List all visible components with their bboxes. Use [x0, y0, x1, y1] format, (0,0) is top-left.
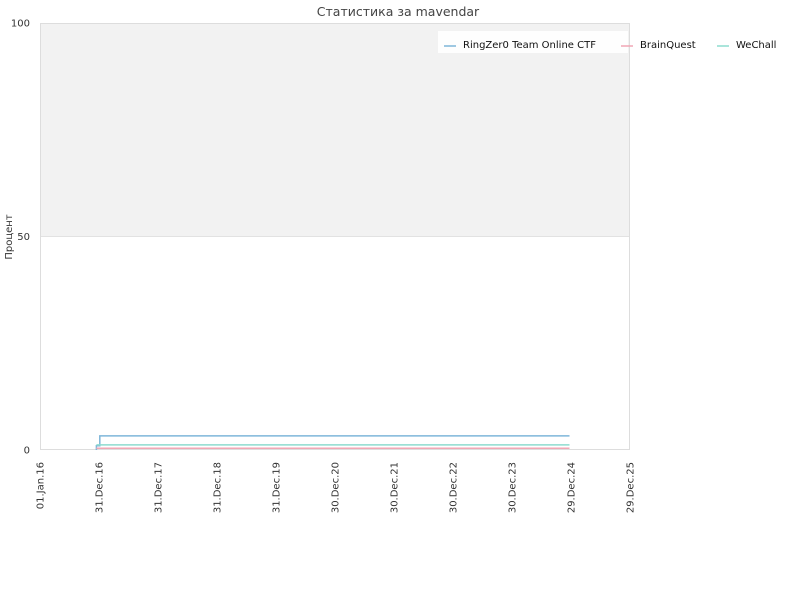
- x-tick-label: 29.Dec.25: [626, 462, 637, 513]
- shaded-band: [40, 23, 630, 237]
- x-tick-label: 30.Dec.22: [449, 462, 460, 513]
- y-axis-label: Процент: [4, 214, 15, 259]
- chart: Статистика за mavendar Процент 01.Jan.16…: [4, 4, 776, 513]
- x-tick-label: 29.Dec.24: [567, 462, 578, 513]
- y-tick-label: 100: [11, 19, 30, 30]
- x-tick-label: 31.Dec.18: [213, 462, 224, 513]
- x-tick-label: 01.Jan.16: [36, 462, 47, 509]
- x-tick-label: 31.Dec.19: [272, 462, 283, 513]
- y-tick-label: 0: [24, 446, 30, 457]
- plot-area: [40, 23, 630, 450]
- legend-label: WeChall: [736, 40, 776, 51]
- x-tick-label: 30.Dec.20: [331, 462, 342, 513]
- x-tick-label: 31.Dec.16: [95, 462, 106, 513]
- legend-label: RingZer0 Team Online CTF: [463, 40, 596, 51]
- chart-title: Статистика за mavendar: [317, 4, 480, 19]
- y-tick-label: 50: [17, 232, 30, 243]
- legend-label: BrainQuest: [640, 40, 696, 51]
- x-axis-ticks: 01.Jan.16 31.Dec.16 31.Dec.17 31.Dec.18 31.D…: [36, 462, 637, 513]
- x-tick-label: 30.Dec.23: [508, 462, 519, 513]
- x-tick-label: 30.Dec.21: [390, 462, 401, 513]
- legend[interactable]: RingZer0 Team Online CTF BrainQuest WeChal…: [438, 31, 776, 53]
- x-tick-label: 31.Dec.17: [154, 462, 165, 513]
